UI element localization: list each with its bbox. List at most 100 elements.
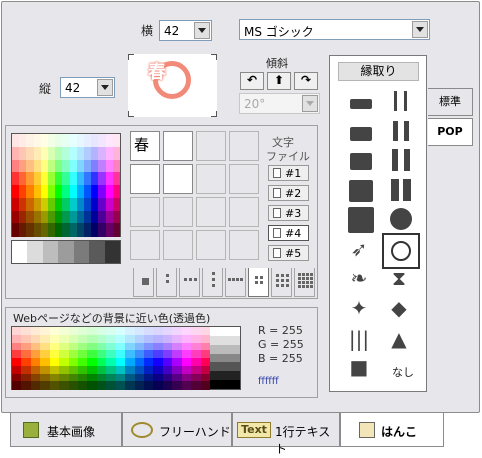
- tab-standard[interactable]: 標準: [428, 88, 473, 116]
- char-cell[interactable]: [229, 230, 259, 260]
- char-cell[interactable]: [196, 230, 226, 260]
- hourglass-icon: ⧗: [391, 266, 407, 290]
- rotate-left-icon: ↶: [246, 73, 258, 87]
- chevron-down-icon[interactable]: [302, 95, 318, 112]
- tilt-value: 20°: [244, 97, 266, 111]
- square-icon: ■: [349, 355, 369, 379]
- document-icon: [273, 248, 281, 258]
- tilt-select[interactable]: 20°: [239, 93, 320, 114]
- rotate-left-button[interactable]: ↶: [240, 72, 264, 90]
- file-button-label: #2: [285, 187, 302, 200]
- shape-none-label: なし: [392, 366, 414, 379]
- font-value: MS ゴシック: [244, 25, 314, 39]
- grid-layout-button[interactable]: [202, 268, 223, 297]
- file-button[interactable]: #4: [268, 225, 309, 241]
- char-cell[interactable]: 春: [130, 131, 160, 161]
- rotate-right-icon: ↷: [300, 73, 312, 87]
- char-cell[interactable]: [130, 164, 160, 194]
- tab-basic-image-label: 基本画像: [47, 425, 96, 439]
- char-cell[interactable]: [196, 131, 226, 161]
- tab-stamp[interactable]: はんこ: [340, 413, 444, 447]
- document-icon: [273, 188, 281, 198]
- tab-freehand-label: フリーハンド: [159, 425, 231, 439]
- rgb-g: G = 255: [258, 338, 304, 351]
- diamond-icon: ◆: [391, 296, 407, 320]
- font-select[interactable]: MS ゴシック: [239, 19, 430, 40]
- rotate-right-button[interactable]: ↷: [294, 72, 318, 90]
- grid-layout-button[interactable]: [294, 268, 315, 297]
- bg-color-label: Webページなどの背景に近い色(透過色): [13, 312, 211, 325]
- grid-layout-button[interactable]: [133, 268, 154, 297]
- char-cell[interactable]: [229, 131, 259, 161]
- tilt-label: 傾斜: [266, 57, 288, 70]
- leaf-icon: ❧: [350, 266, 368, 290]
- star-icon: ✦: [350, 296, 368, 320]
- chevron-down-icon[interactable]: [412, 21, 428, 38]
- char-cell[interactable]: [196, 197, 226, 227]
- grid-layout-button[interactable]: [179, 268, 200, 297]
- file-button-label: #5: [285, 247, 302, 260]
- ring-shape: [391, 241, 411, 261]
- document-icon: [273, 168, 281, 178]
- triangle-icon: ▲: [391, 327, 407, 351]
- char-cell[interactable]: [229, 197, 259, 227]
- tab-freehand[interactable]: フリーハンド: [122, 413, 232, 447]
- grid-layout-button[interactable]: [225, 268, 246, 297]
- tab-standard-label: 標準: [439, 95, 461, 108]
- char-cell[interactable]: [196, 164, 226, 194]
- grid-layout-button[interactable]: [248, 268, 269, 297]
- height-label: 縦: [39, 82, 52, 96]
- height-select[interactable]: 42: [60, 77, 115, 98]
- shape-option[interactable]: ▲: [382, 323, 420, 359]
- app-window: 横 42 MS ゴシック 縦 42 春 傾斜 ↶ ⬆ ↷ 20° 春 文字 ファ…: [0, 0, 482, 458]
- gray-palette[interactable]: [11, 240, 121, 264]
- file-button[interactable]: #5: [268, 245, 309, 261]
- width-value: 42: [164, 24, 180, 38]
- char-cell[interactable]: [163, 131, 193, 161]
- shape-title: 縁取り: [338, 62, 419, 81]
- tab-pop[interactable]: POP: [428, 118, 473, 146]
- file-button[interactable]: #1: [268, 165, 309, 181]
- tab-stamp-label: はんこ: [381, 425, 418, 439]
- rgb-b: B = 255: [258, 352, 303, 365]
- width-label: 横: [141, 24, 154, 38]
- tab-pop-label: POP: [437, 125, 463, 138]
- char-cell-text: 春: [134, 136, 150, 154]
- file-button[interactable]: #2: [268, 185, 309, 201]
- arrow-up-icon: ⬆: [273, 73, 285, 87]
- document-icon: [273, 208, 281, 218]
- char-cell[interactable]: [229, 164, 259, 194]
- tab-basic-image[interactable]: 基本画像: [10, 413, 122, 447]
- tab-one-line-text-label: 1行テキスト: [275, 425, 331, 456]
- preview-char: 春: [148, 62, 166, 83]
- freehand-icon: [131, 422, 153, 438]
- rgb-r: R = 255: [258, 324, 303, 337]
- file-label-2: ファイル: [266, 150, 310, 163]
- color-palette[interactable]: [11, 133, 121, 237]
- file-button-label: #1: [285, 167, 302, 180]
- stamp-preview: 春: [128, 54, 217, 117]
- tab-one-line-text[interactable]: Text 1行テキスト: [232, 413, 340, 456]
- char-cell[interactable]: [163, 230, 193, 260]
- file-button-label: #4: [285, 227, 302, 240]
- image-icon: [23, 422, 39, 438]
- chevron-down-icon[interactable]: [194, 22, 210, 39]
- chevron-down-icon[interactable]: [97, 79, 113, 96]
- feather-icon: ➶: [350, 237, 368, 261]
- char-cell[interactable]: [130, 230, 160, 260]
- grid-layout-button[interactable]: [156, 268, 177, 297]
- file-button-label: #3: [285, 207, 302, 220]
- text-icon: Text: [237, 422, 271, 438]
- file-button[interactable]: #3: [268, 205, 309, 221]
- char-cell[interactable]: [130, 197, 160, 227]
- stamp-icon: [359, 422, 375, 438]
- char-cell[interactable]: [163, 164, 193, 194]
- char-cell[interactable]: [163, 197, 193, 227]
- width-select[interactable]: 42: [159, 20, 212, 41]
- bg-color-palette[interactable]: [11, 326, 241, 390]
- grass-icon: |||: [348, 327, 370, 351]
- document-icon: [273, 228, 281, 238]
- shape-option[interactable]: ■: [342, 351, 380, 387]
- upright-button[interactable]: ⬆: [267, 72, 291, 90]
- grid-layout-button[interactable]: [271, 268, 292, 297]
